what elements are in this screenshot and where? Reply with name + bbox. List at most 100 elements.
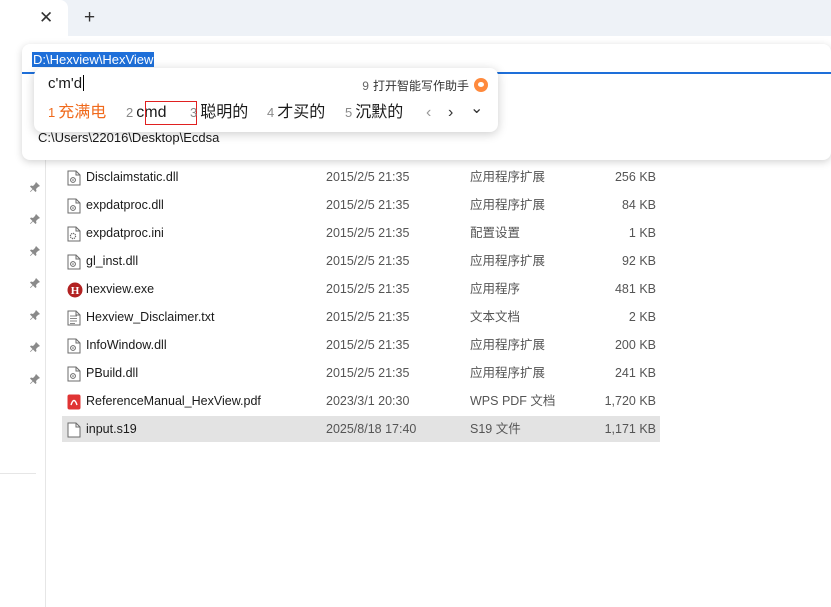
file-size: 1,720 KB: [604, 394, 656, 408]
dll-file-icon: [67, 169, 81, 186]
file-size: 1 KB: [628, 226, 656, 240]
ini-file-icon: [67, 225, 81, 242]
file-row[interactable]: ReferenceManual_HexView.pdf 2023/3/1 20:3…: [62, 388, 660, 414]
file-name: expdatproc.ini: [86, 226, 164, 240]
ime-assistant-label: 打开智能写作助手: [372, 79, 469, 93]
file-date-modified: 2015/2/5 21:35: [326, 254, 410, 268]
generic-file-icon: [67, 421, 81, 438]
ime-assistant-number: 9: [362, 79, 369, 93]
file-row[interactable]: input.s19 2025/8/18 17:40 S19 文件 1,171 KB: [62, 416, 660, 442]
file-row[interactable]: PBuild.dll 2015/2/5 21:35 应用程序扩展 241 KB: [62, 360, 660, 386]
candidate-number: 5: [345, 105, 353, 120]
file-type: 应用程序扩展: [470, 338, 546, 352]
ime-candidate-4[interactable]: 4 才买的: [267, 102, 325, 124]
file-size: 2 KB: [628, 310, 656, 324]
close-tab-icon[interactable]: ✕: [39, 8, 53, 28]
ime-writing-assistant-button[interactable]: 9 打开智能写作助手: [362, 77, 488, 94]
chevron-down-icon[interactable]: ⌄: [470, 98, 483, 120]
file-date-modified: 2015/2/5 21:35: [326, 310, 410, 324]
ime-composition-text: c'm'd: [48, 75, 83, 92]
file-type: 应用程序扩展: [470, 170, 546, 184]
file-type: 应用程序扩展: [470, 366, 546, 380]
file-size: 241 KB: [614, 366, 656, 380]
file-date-modified: 2015/2/5 21:35: [326, 226, 410, 240]
ime-composition: c'm'd: [48, 75, 85, 92]
pin-icon[interactable]: [29, 245, 41, 257]
address-suggestion-item[interactable]: C:\Users\22016\Desktop\Ecdsa: [38, 130, 219, 145]
file-date-modified: 2025/8/18 17:40: [326, 422, 417, 436]
file-type: 应用程序扩展: [470, 198, 546, 212]
candidate-number: 3: [190, 105, 198, 120]
dll-file-icon: [67, 365, 81, 382]
file-size: 256 KB: [614, 170, 656, 184]
ime-candidate-1[interactable]: 1 充满电: [48, 102, 106, 124]
pdf-file-icon: [67, 393, 81, 410]
candidate-text: 才买的: [277, 104, 326, 121]
pin-icon[interactable]: [29, 309, 41, 321]
file-type: WPS PDF 文档: [470, 394, 556, 408]
ime-candidate-5[interactable]: 5 沉默的: [345, 102, 403, 124]
file-size: 481 KB: [614, 282, 656, 296]
file-date-modified: 2015/2/5 21:35: [326, 338, 410, 352]
file-row[interactable]: InfoWindow.dll 2015/2/5 21:35 应用程序扩展 200 KB: [62, 332, 660, 358]
dll-file-icon: [67, 253, 81, 270]
file-size: 84 KB: [621, 198, 656, 212]
text-file-icon: [67, 309, 81, 326]
file-type: 应用程序扩展: [470, 254, 546, 268]
file-type: S19 文件: [470, 422, 521, 436]
file-name: ReferenceManual_HexView.pdf: [86, 394, 261, 408]
file-type: 配置设置: [470, 226, 521, 240]
chevron-left-icon[interactable]: ‹: [426, 102, 431, 124]
pin-icon[interactable]: [29, 341, 41, 353]
file-row[interactable]: gl_inst.dll 2015/2/5 21:35 应用程序扩展 92 KB: [62, 248, 660, 274]
dll-file-icon: [67, 337, 81, 354]
file-name: expdatproc.dll: [86, 198, 164, 212]
file-name: gl_inst.dll: [86, 254, 139, 268]
file-name: Hexview_Disclaimer.txt: [86, 310, 215, 324]
file-name: Disclaimstatic.dll: [86, 170, 179, 184]
file-type: 文本文档: [470, 310, 521, 324]
file-date-modified: 2015/2/5 21:35: [326, 198, 410, 212]
file-name: InfoWindow.dll: [86, 338, 167, 352]
hexview-app-icon: H: [67, 281, 83, 298]
address-input[interactable]: D:\Hexview\HexView: [32, 51, 155, 69]
pin-icon[interactable]: [29, 213, 41, 225]
candidate-text: 聪明的: [200, 104, 249, 121]
file-date-modified: 2023/3/1 20:30: [326, 394, 410, 408]
sidebar-divider: [0, 473, 36, 474]
file-name: PBuild.dll: [86, 366, 139, 380]
file-row[interactable]: Hexview_Disclaimer.txt 2015/2/5 21:35 文本文档…: [62, 304, 660, 330]
file-row[interactable]: expdatproc.dll 2015/2/5 21:35 应用程序扩展 84 KB: [62, 192, 660, 218]
file-name: input.s19: [86, 422, 137, 436]
pin-icon[interactable]: [29, 181, 41, 193]
candidate-text: 沉默的: [355, 104, 404, 121]
candidate-number: 1: [48, 105, 56, 120]
candidate-text: 充满电: [58, 104, 107, 121]
candidate-number: 4: [267, 105, 275, 120]
dll-file-icon: [67, 197, 81, 214]
file-row[interactable]: Disclaimstatic.dll 2015/2/5 21:35 应用程序扩展 25…: [62, 164, 660, 190]
candidate-number: 2: [126, 105, 134, 120]
ime-candidate-3[interactable]: 3 聪明的: [190, 102, 248, 124]
file-date-modified: 2015/2/5 21:35: [326, 170, 410, 184]
file-date-modified: 2015/2/5 21:35: [326, 282, 410, 296]
chevron-right-icon[interactable]: ›: [448, 102, 453, 124]
file-date-modified: 2015/2/5 21:35: [326, 366, 410, 380]
file-row[interactable]: Hhexview.exe 2015/2/5 21:35 应用程序 481 KB: [62, 276, 660, 302]
fox-icon: [474, 78, 488, 92]
tab-current[interactable]: ✕: [0, 0, 68, 36]
ime-candidate-window: c'm'd 9 打开智能写作助手 1 充满电 2 cmd 3 聪明的 4 才买的 5 沉默的…: [34, 68, 498, 132]
file-size: 200 KB: [614, 338, 656, 352]
file-row[interactable]: expdatproc.ini 2015/2/5 21:35 配置设置 1 KB: [62, 220, 660, 246]
svg-text:H: H: [71, 285, 80, 297]
file-size: 92 KB: [621, 254, 656, 268]
file-type: 应用程序: [470, 282, 521, 296]
new-tab-button[interactable]: +: [84, 8, 95, 28]
pin-icon[interactable]: [29, 373, 41, 385]
file-size: 1,171 KB: [604, 422, 656, 436]
text-caret: [83, 75, 85, 91]
pin-icon[interactable]: [29, 277, 41, 289]
tab-bar: ✕ +: [0, 0, 831, 36]
address-text-selected: D:\Hexview\HexView: [32, 52, 155, 67]
file-name: hexview.exe: [86, 282, 155, 296]
